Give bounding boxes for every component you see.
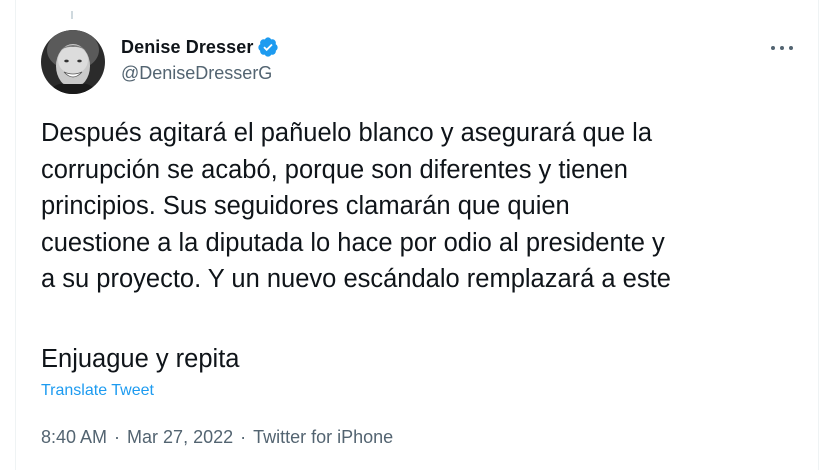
more-options-icon[interactable] <box>768 36 796 60</box>
tweet-text-second-paragraph: Enjuague y repita <box>41 345 240 373</box>
verified-badge-icon <box>257 36 279 58</box>
avatar-image <box>41 30 105 94</box>
tweet-source[interactable]: Twitter for iPhone <box>253 427 393 448</box>
tweet-text-line: cuestione a la diputada lo hace por odio… <box>41 228 665 257</box>
tweet-metadata: 8:40 AM · Mar 27, 2022 · Twitter for iPh… <box>41 427 393 448</box>
tweet-time[interactable]: 8:40 AM <box>41 427 107 448</box>
more-dot <box>771 46 775 50</box>
more-dot <box>780 46 784 50</box>
author-handle[interactable]: @DeniseDresserG <box>121 63 279 84</box>
tweet-text-line: corrupción se acabó, porque son diferent… <box>41 155 628 184</box>
tweet-text-line: principios. Sus seguidores clamarán que … <box>41 192 570 220</box>
tweet-text-line: a su proyecto. Y un nuevo escándalo remp… <box>41 265 671 293</box>
tweet-card: Denise Dresser @DeniseDresserG Después a… <box>15 0 819 470</box>
tweet-text: Después agitará el pañuelo blanco y aseg… <box>41 115 811 298</box>
tweet-text-line: Después agitará el pañuelo blanco y aseg… <box>41 119 653 147</box>
separator-dot: · <box>240 427 247 447</box>
separator-dot: · <box>114 427 121 447</box>
thread-connector <box>71 11 73 19</box>
tweet-header: Denise Dresser @DeniseDresserG <box>41 30 279 94</box>
author-names: Denise Dresser @DeniseDresserG <box>121 35 279 84</box>
more-dot <box>789 46 793 50</box>
display-name-row: Denise Dresser <box>121 35 279 59</box>
translate-tweet-link[interactable]: Translate Tweet <box>41 382 154 400</box>
display-name[interactable]: Denise Dresser <box>121 37 253 58</box>
avatar[interactable] <box>41 30 105 94</box>
tweet-date[interactable]: Mar 27, 2022 <box>127 427 233 448</box>
